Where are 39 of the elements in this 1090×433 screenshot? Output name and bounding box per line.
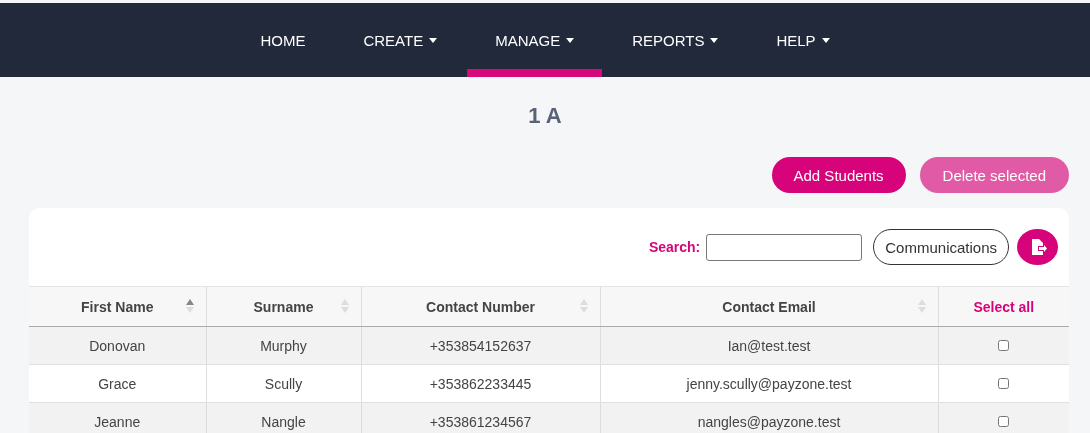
column-header[interactable]: Contact Email (600, 286, 938, 327)
caret-icon (566, 37, 575, 43)
table-cell: +353854152637 (361, 326, 600, 365)
column-header[interactable]: Contact Number (361, 286, 600, 327)
search-label: Search: (648, 239, 701, 255)
sort-icon (579, 298, 588, 314)
table-cell: Murphy (206, 326, 361, 365)
table-cell: Nangle (206, 402, 361, 433)
table-cell: Ian@test.test (600, 326, 938, 365)
column-header[interactable]: First Name (29, 286, 206, 327)
search-field[interactable] (706, 233, 863, 261)
row-checkbox[interactable] (998, 339, 1010, 351)
table-cell: +353862233445 (361, 364, 600, 403)
nav-item[interactable]: MANAGE (467, 3, 603, 77)
row-checkbox[interactable] (998, 415, 1010, 427)
nav-item[interactable]: CREATE (335, 3, 466, 77)
table-cell: nangles@payzone.test (600, 402, 938, 433)
table-cell: Donovan (29, 326, 206, 365)
column-header[interactable]: Surname (206, 286, 361, 327)
export-button[interactable] (1017, 229, 1058, 265)
table-cell: +353861234567 (361, 402, 600, 433)
caret-icon (429, 37, 438, 43)
row-checkbox[interactable] (998, 377, 1010, 389)
column-header[interactable]: Select all (938, 286, 1069, 327)
communications-button[interactable]: Communications (873, 229, 1009, 265)
sort-icon (340, 298, 349, 314)
action-button[interactable]: Add Students (771, 157, 906, 193)
table-cell: Jeanne (29, 402, 206, 433)
sort-icon (185, 298, 194, 314)
table-cell: Grace (29, 364, 206, 403)
table-cell: jenny.scully@payzone.test (600, 364, 938, 403)
caret-icon (710, 37, 719, 43)
nav-item[interactable]: HELP (748, 3, 858, 77)
table-cell: Scully (206, 364, 361, 403)
nav-item[interactable]: HOME (232, 3, 334, 77)
caret-icon (821, 37, 830, 43)
nav-item[interactable]: REPORTS (604, 3, 747, 77)
page-title: 1 A (527, 102, 563, 130)
sort-icon (917, 298, 926, 314)
